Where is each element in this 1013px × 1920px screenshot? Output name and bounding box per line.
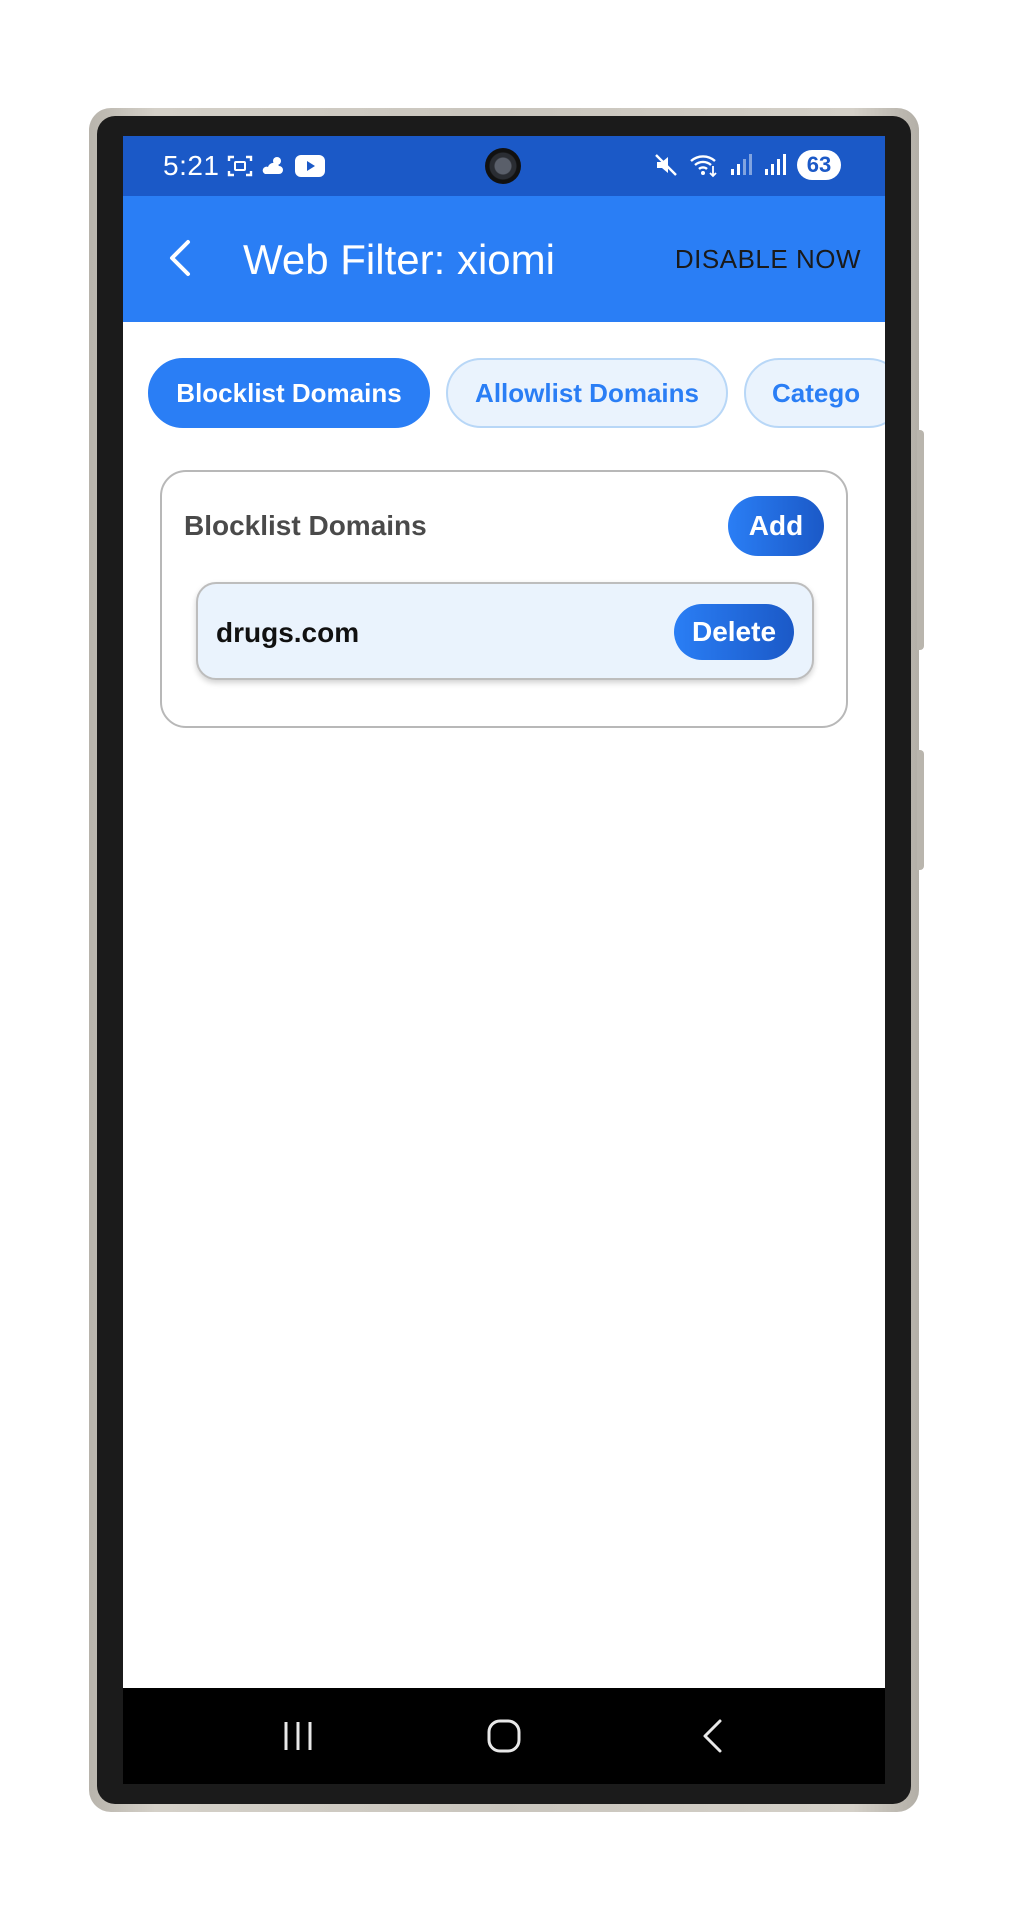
back-arrow-icon — [170, 240, 190, 276]
home-button[interactable] — [474, 1712, 534, 1760]
tab-categories[interactable]: Catego — [744, 358, 885, 428]
page-title: Web Filter: xiomi — [243, 236, 555, 283]
back-button[interactable] — [151, 230, 207, 286]
volume-button — [917, 430, 924, 650]
screen: 5:21 63 Web Filter: xiomi DISABLE NOW Bl… — [123, 136, 885, 1784]
mute-icon — [655, 154, 677, 176]
youtube-icon — [295, 155, 325, 177]
app-bar: Web Filter: xiomi DISABLE NOW — [123, 196, 885, 322]
status-time: 5:21 — [163, 150, 220, 181]
front-camera — [485, 148, 521, 184]
recent-apps-icon — [284, 1722, 312, 1750]
filter-tabs: Blocklist Domains Allowlist Domains Cate… — [148, 358, 885, 430]
tab-allowlist-domains[interactable]: Allowlist Domains — [446, 358, 728, 428]
domain-text: drugs.com — [216, 617, 360, 648]
weather-icon — [262, 157, 283, 174]
signal-icon — [731, 154, 752, 175]
delete-button[interactable]: Delete — [674, 604, 794, 660]
list-item: drugs.com Delete — [196, 582, 814, 680]
tab-blocklist-domains[interactable]: Blocklist Domains — [148, 358, 430, 428]
home-icon — [487, 1719, 521, 1753]
status-bar: 5:21 63 — [123, 136, 885, 196]
navigation-bar — [123, 1688, 885, 1784]
add-button[interactable]: Add — [728, 496, 824, 556]
card-title: Blocklist Domains — [184, 510, 427, 541]
signal-icon — [765, 154, 786, 175]
blocklist-card: Blocklist Domains Add drugs.com Delete — [160, 470, 848, 728]
nav-back-icon — [703, 1719, 722, 1753]
battery-indicator: 63 — [797, 150, 841, 180]
nav-back-button[interactable] — [683, 1712, 743, 1760]
screenshot-icon — [227, 155, 253, 177]
status-right-icons: 63 — [653, 150, 841, 180]
stage: 5:21 63 Web Filter: xiomi DISABLE NOW Bl… — [0, 0, 1013, 1920]
disable-now-button[interactable]: DISABLE NOW — [675, 244, 861, 275]
status-left-icons — [227, 154, 325, 178]
power-button — [917, 750, 924, 870]
wifi-icon — [690, 155, 717, 178]
recent-apps-button[interactable] — [268, 1712, 328, 1760]
